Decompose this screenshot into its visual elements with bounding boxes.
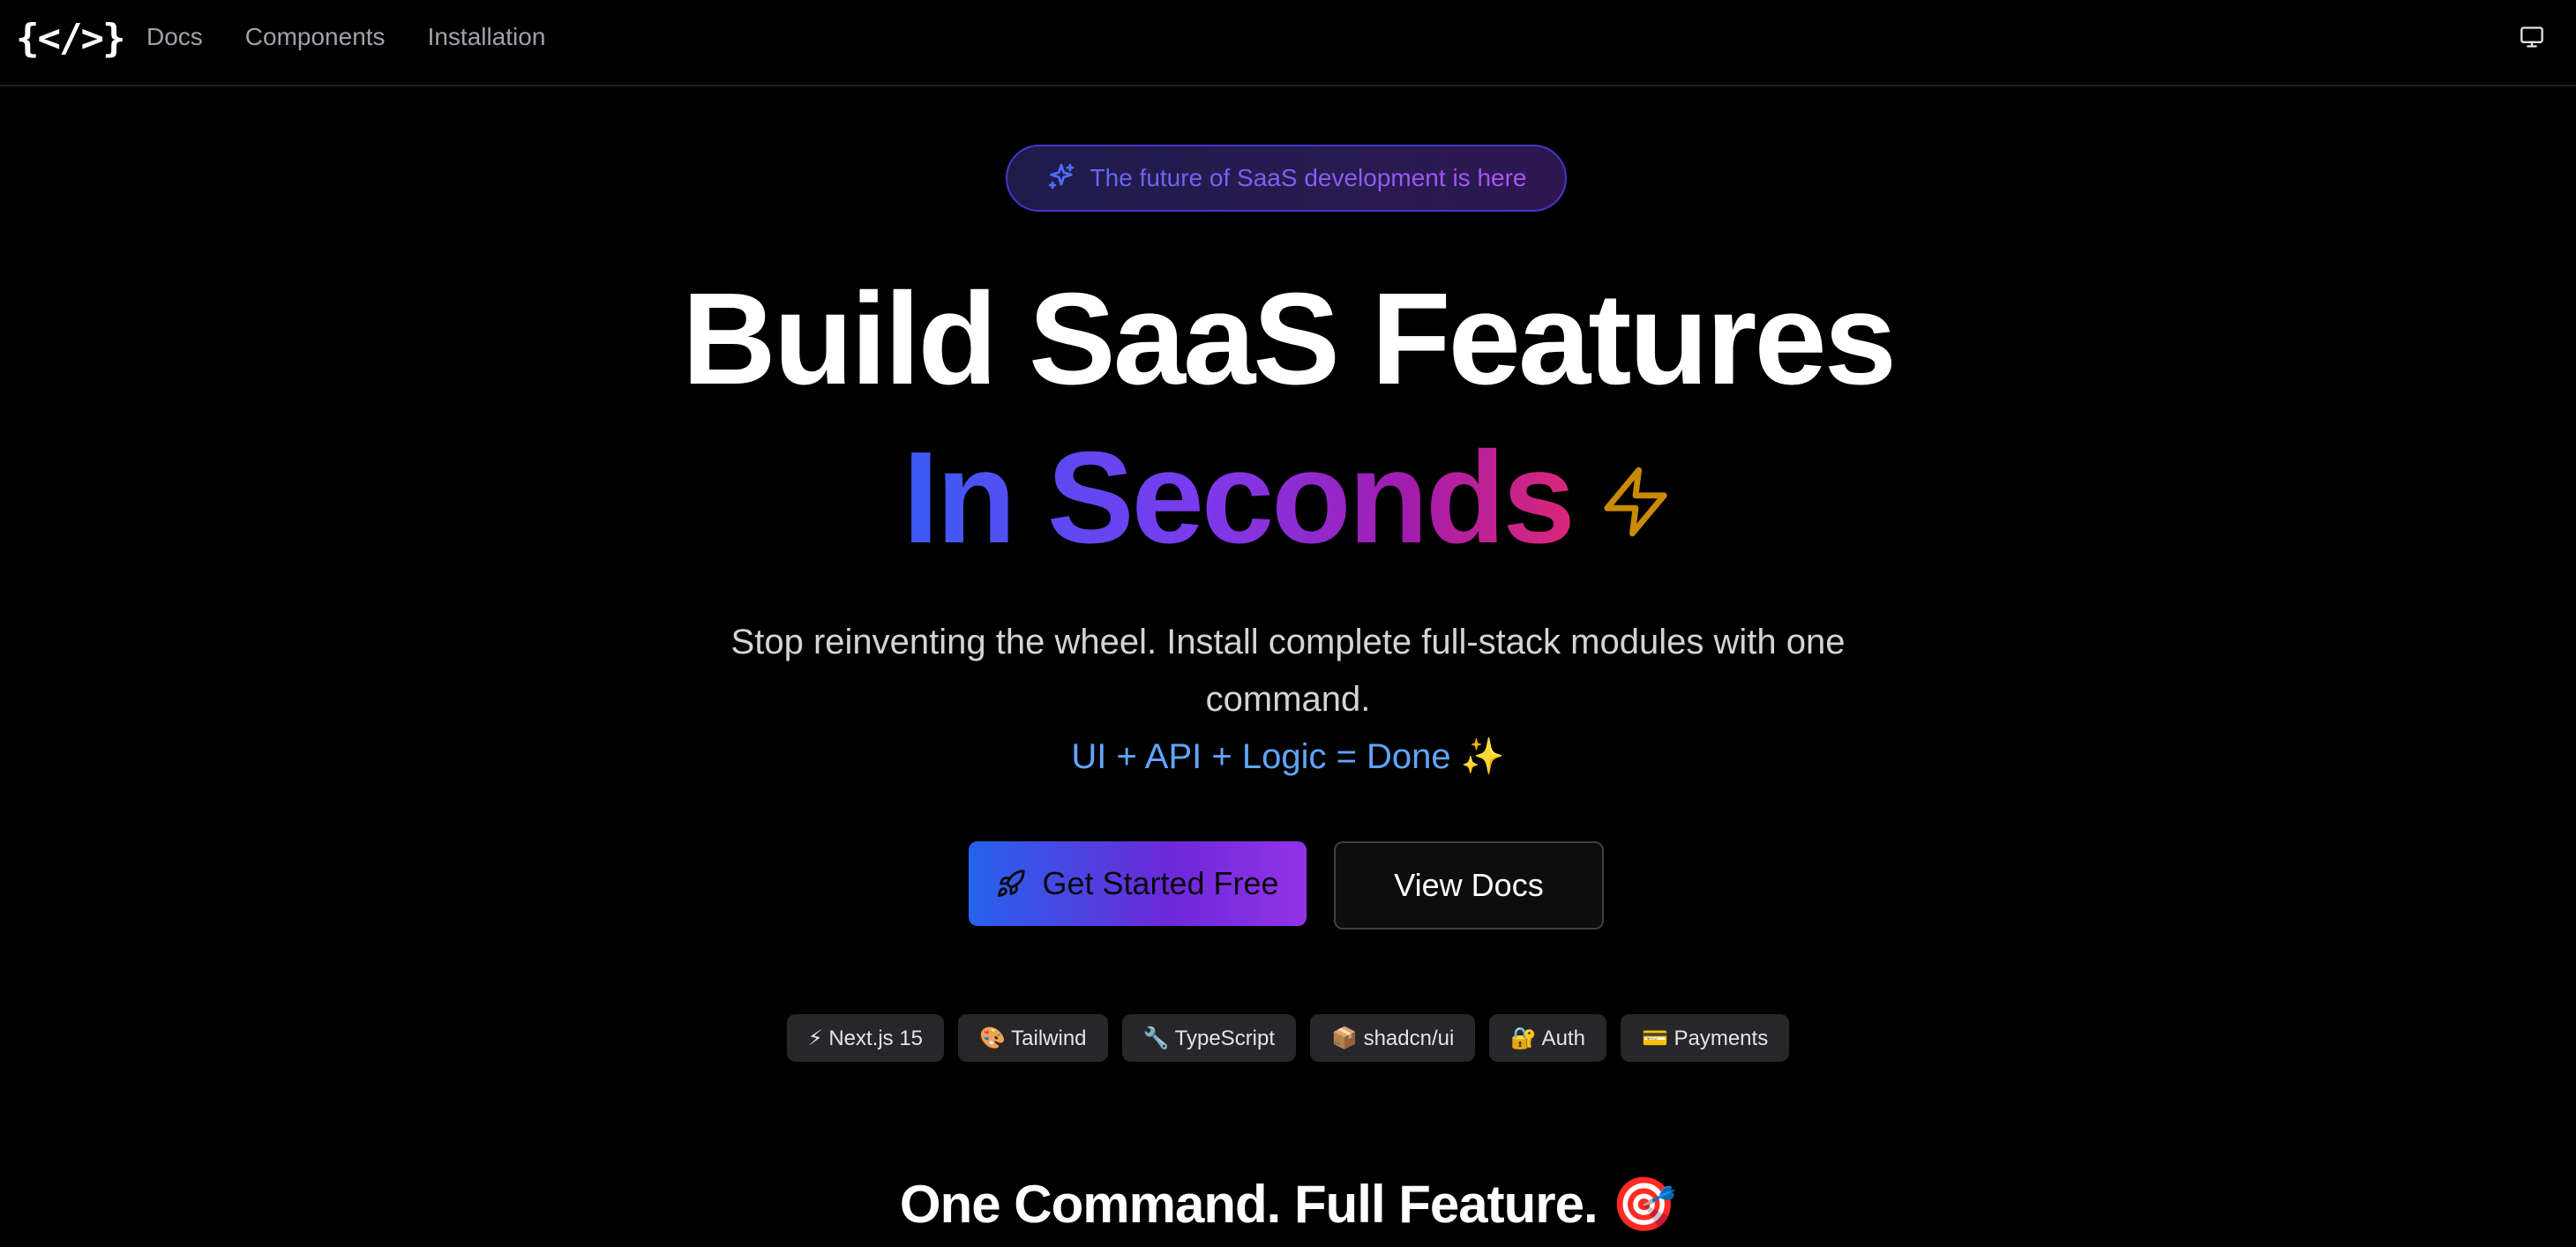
tech-stack-pills: ⚡ Next.js 15 🎨 Tailwind 🔧 TypeScript 📦 s… bbox=[0, 1014, 2576, 1062]
sparkles-icon bbox=[1046, 161, 1076, 196]
nav-link-components[interactable]: Components bbox=[245, 19, 386, 55]
pill-nextjs: ⚡ Next.js 15 bbox=[786, 1014, 945, 1062]
rocket-icon bbox=[996, 869, 1026, 899]
nav-link-installation[interactable]: Installation bbox=[428, 19, 546, 55]
pill-payments: 💳 Payments bbox=[1620, 1014, 1790, 1062]
hero-title-line1: Build SaaS Features bbox=[681, 266, 1897, 412]
get-started-label: Get Started Free bbox=[1042, 865, 1279, 901]
nav-link-docs[interactable]: Docs bbox=[146, 19, 203, 55]
pill-typescript: 🔧 TypeScript bbox=[1121, 1014, 1297, 1062]
logo[interactable]: {</>} bbox=[16, 14, 125, 63]
hero-subtitle: Stop reinventing the wheel. Install comp… bbox=[730, 623, 1846, 719]
announcement-badge[interactable]: The future of SaaS development is here bbox=[1006, 145, 1567, 212]
top-navbar: {</>} Docs Components Installation bbox=[0, 0, 2576, 86]
pill-shadcn: 📦 shadcn/ui bbox=[1310, 1014, 1476, 1062]
view-docs-button[interactable]: View Docs bbox=[1334, 841, 1604, 930]
section-title: One Command. Full Feature. 🎯 bbox=[899, 1175, 1677, 1234]
hero-title-gradient: In Seconds bbox=[902, 423, 1576, 573]
badge-text: The future of SaaS development is here bbox=[1090, 161, 1527, 196]
pill-auth: 🔐 Auth bbox=[1489, 1014, 1606, 1062]
hero-title-line2: In Seconds bbox=[0, 423, 2576, 573]
nav-links: Docs Components Installation bbox=[146, 19, 545, 55]
hero-tagline: UI + API + Logic = Done ✨ bbox=[1071, 737, 1505, 776]
lightning-bolt-icon bbox=[1598, 459, 1674, 544]
theme-toggle-button[interactable] bbox=[2514, 21, 2550, 56]
get-started-button[interactable]: Get Started Free bbox=[969, 841, 1307, 926]
view-docs-label: View Docs bbox=[1394, 867, 1544, 903]
pill-tailwind: 🎨 Tailwind bbox=[958, 1014, 1108, 1062]
monitor-icon bbox=[2519, 25, 2545, 54]
